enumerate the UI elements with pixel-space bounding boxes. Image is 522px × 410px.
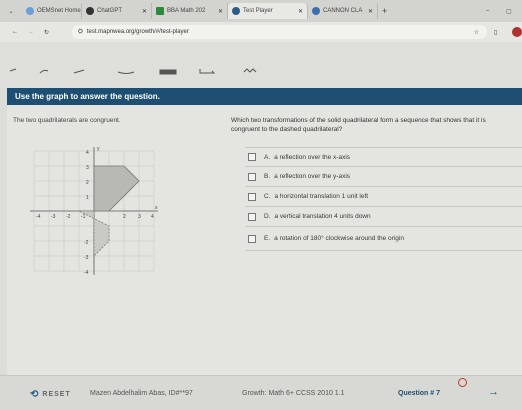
zigzag-tool-icon <box>243 68 257 73</box>
tab-favicon <box>86 7 94 15</box>
solid-quadrilateral <box>93 165 140 212</box>
eraser-tool-icon <box>117 71 135 74</box>
test-footer: ⟲ RESET Mazen Abdelhalim Abas, ID#**97 G… <box>0 375 522 410</box>
tab-oemsnet[interactable]: OEMSnet Home✕ <box>22 3 82 19</box>
tab-cannon[interactable]: CANNON CLA ✕ <box>308 3 378 19</box>
close-icon[interactable]: ✕ <box>368 8 373 15</box>
y-tick: 4 <box>86 150 89 156</box>
x-tick: -1 <box>81 214 86 220</box>
site-info-icon[interactable]: ⛭ <box>78 29 83 36</box>
coordinate-graph: y x -4 -3 -2 -1 2 3 4 4 3 2 1 -2 -3 -4 <box>30 146 158 276</box>
tab-search-chevron-icon[interactable]: ⌄ <box>0 8 22 15</box>
profile-avatar[interactable] <box>512 27 522 37</box>
extensions-icon[interactable]: ▯ <box>494 29 497 36</box>
tab-test-player[interactable]: Test Player ✕ <box>228 3 308 19</box>
choice-e-checkbox[interactable] <box>248 234 256 243</box>
y-tick: -3 <box>84 255 89 261</box>
tab-favicon <box>232 7 240 15</box>
new-tab-icon[interactable]: + <box>382 6 387 16</box>
test-name: Growth: Math 6+ CCSS 2010 1.1 <box>242 390 345 397</box>
left-stem-text: The two quadrilaterals are congruent. <box>13 117 121 124</box>
close-icon[interactable]: ✕ <box>298 8 303 15</box>
choice-d[interactable]: D. a vertical translation 4 units down <box>245 207 522 227</box>
arrow-tool-icon <box>199 69 216 74</box>
browser-address-bar: ← → ↻ ⛭ test.mapnwea.org/growth/#/test-p… <box>0 22 522 42</box>
question-content: The two quadrilaterals are congruent. Wh… <box>7 105 522 375</box>
question-header-banner: Use the graph to answer the question. <box>7 88 522 105</box>
choice-c-checkbox[interactable] <box>248 192 256 201</box>
url-field[interactable]: ⛭ test.mapnwea.org/growth/#/test-player … <box>72 25 487 39</box>
question-number: Question # 7 <box>398 390 441 397</box>
color-swatch-icon <box>159 69 177 75</box>
choice-b-checkbox[interactable] <box>248 172 256 181</box>
bookmark-star-icon[interactable]: ☆ <box>474 29 479 36</box>
tab-chatgpt[interactable]: ChatGPT ✕ <box>82 3 152 19</box>
reset-button[interactable]: ⟲ RESET <box>30 389 71 400</box>
choice-a[interactable]: A. a reflection over the x-axis <box>245 147 522 167</box>
tab-favicon <box>26 7 34 15</box>
restore-icon[interactable]: ▢ <box>506 8 512 15</box>
back-icon[interactable]: ← <box>12 29 18 35</box>
x-axis-label: x <box>155 205 158 211</box>
y-tick: 1 <box>86 195 89 201</box>
y-tick: 3 <box>86 165 89 171</box>
student-name: Mazen Abdelhalim Abas, ID#**97 <box>90 390 193 397</box>
next-arrow-icon[interactable]: → <box>488 386 499 398</box>
tool-icons <box>9 68 257 75</box>
choice-c[interactable]: C. a horizontal translation 1 unit left <box>245 187 522 207</box>
line-tool-icon <box>73 69 85 74</box>
x-tick: -2 <box>66 214 71 220</box>
tab-bba-math[interactable]: BBA Math 202 ✕ <box>152 3 228 19</box>
choice-a-checkbox[interactable] <box>248 153 256 161</box>
browser-tab-bar: ⌄ OEMSnet Home✕ ChatGPT✕ BBA Math 202✕ T… <box>0 0 522 22</box>
question-header: Use the graph to answer the question. <box>15 92 160 101</box>
highlighter-tool-icon <box>39 69 49 74</box>
close-icon[interactable]: ✕ <box>142 8 147 15</box>
close-icon[interactable]: ✕ <box>218 8 223 15</box>
tab-favicon <box>156 7 164 15</box>
x-tick: -4 <box>36 214 41 220</box>
test-tool-strip <box>0 42 522 88</box>
flag-icon[interactable] <box>458 378 467 387</box>
minimize-icon[interactable]: – <box>486 8 489 14</box>
drawing-tools-row <box>9 68 257 75</box>
choice-e[interactable]: E. a rotation of 180° clockwise around t… <box>245 227 522 251</box>
x-tick: 4 <box>151 214 154 220</box>
pen-tool-icon <box>9 68 17 72</box>
question-prompt: Which two transformations of the solid q… <box>231 117 486 133</box>
reset-icon: ⟲ <box>30 389 40 400</box>
y-tick: -4 <box>84 270 89 276</box>
forward-icon[interactable]: → <box>28 29 34 35</box>
x-tick: -3 <box>51 214 56 220</box>
y-tick: 2 <box>86 180 89 186</box>
x-tick: 2 <box>123 214 126 220</box>
tab-favicon <box>312 7 320 15</box>
reload-icon[interactable]: ↻ <box>44 29 49 36</box>
y-tick: -2 <box>84 240 89 246</box>
choice-d-checkbox[interactable] <box>248 212 256 221</box>
x-tick: 3 <box>138 214 141 220</box>
choice-b[interactable]: B. a reflection over the y-axis <box>245 167 522 187</box>
